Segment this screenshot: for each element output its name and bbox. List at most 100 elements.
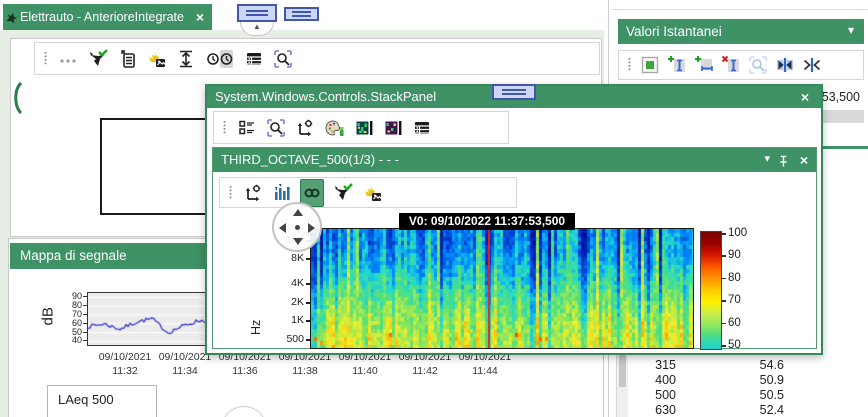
axes-icon[interactable]	[294, 115, 316, 141]
tab-elettrauto[interactable]: Elettrauto - AnterioreIntegrate ×	[3, 4, 212, 30]
values-panel-header[interactable]: Valori Istantanei ▾	[618, 19, 864, 44]
image-export-icon[interactable]	[362, 180, 384, 206]
add-vcursor-icon[interactable]	[666, 52, 688, 78]
spectrogram-ytick-mark	[306, 339, 310, 341]
time-cursors-icon[interactable]	[204, 46, 236, 72]
signal-ytick-mark	[83, 340, 87, 341]
spectrogram-dropdown-icon[interactable]: ▾	[764, 152, 770, 165]
app-screen: Elettrauto - AnterioreIntegrate × ▲ Mapp…	[0, 0, 868, 417]
palette-icon[interactable]	[323, 115, 346, 141]
laeq-label: LAeq 500	[48, 386, 156, 414]
spectrogram-ytick-mark	[306, 283, 310, 285]
overflow-menu-icon[interactable]	[57, 46, 79, 72]
grip-icon[interactable]	[226, 180, 235, 206]
freq-cell: 630	[630, 403, 676, 417]
remove-cursor-icon[interactable]	[720, 52, 742, 78]
pan-right-icon[interactable]	[308, 223, 315, 233]
spectrogram-title: THIRD_OCTAVE_500(1/3) - - -	[213, 152, 399, 167]
signal-ytick-mark	[83, 332, 87, 333]
spectrogram-ytick-label: 4K	[272, 277, 304, 289]
stackpanel-title: System.Windows.Controls.StackPanel	[207, 89, 436, 104]
spectrogram-ytick-mark	[306, 258, 310, 260]
pan-down-icon[interactable]	[293, 238, 303, 245]
spectrogram-titlebar[interactable]: THIRD_OCTAVE_500(1/3) - - - ▾ ×	[213, 148, 816, 172]
dock-guide-top-1[interactable]	[237, 4, 277, 22]
value-cell: 52.4	[700, 403, 784, 417]
colorbar-tick-mark	[721, 233, 726, 235]
data-table-icon[interactable]	[411, 115, 433, 141]
legend-checkbox-icon[interactable]	[639, 52, 661, 78]
spectrogram-ytick-label: 500	[272, 333, 304, 345]
cursor-tooltip: V0: 09/10/2022 11:37:53,500	[399, 213, 575, 230]
spectrogram-ytick-mark	[306, 320, 310, 322]
colorbar-tick-label: 80	[728, 272, 741, 284]
colorbar-tick-mark	[721, 323, 726, 325]
spectrogram-ytick-label: 8K	[272, 252, 304, 264]
align-cursor-icon[interactable]	[801, 52, 823, 78]
colorbar-tick-mark	[721, 255, 726, 257]
values-toolbar	[618, 50, 864, 80]
spectrogram-ytick-mark	[306, 302, 310, 304]
bar-chart-icon[interactable]	[271, 180, 293, 206]
export-check-icon[interactable]	[86, 46, 110, 72]
signal-ytick-mark	[83, 305, 87, 306]
colorbar-tick-mark	[721, 300, 726, 302]
grip-icon[interactable]	[625, 52, 634, 78]
pan-control[interactable]	[272, 202, 322, 252]
export-check-icon[interactable]	[331, 180, 355, 206]
pan-center-dot[interactable]	[295, 225, 300, 230]
pan-up-icon[interactable]	[293, 209, 303, 216]
colormap-purple-icon[interactable]	[382, 115, 404, 141]
signal-map-title: Mappa di segnale	[10, 248, 127, 263]
layout-list-icon[interactable]	[236, 115, 258, 141]
data-table-icon[interactable]	[243, 46, 265, 72]
dock-guide-window[interactable]	[492, 84, 536, 100]
colorbar-tick-mark	[721, 345, 726, 347]
image-export-icon[interactable]	[146, 46, 168, 72]
spectrogram-ytick-label: 2K	[272, 296, 304, 308]
grip-icon[interactable]	[220, 115, 229, 141]
freq-cell: 400	[630, 373, 676, 387]
values-panel-title: Valori Istantanei	[618, 24, 722, 39]
colormap-green-icon[interactable]	[353, 115, 375, 141]
selection-paren-mark	[11, 82, 25, 114]
axes-icon[interactable]	[242, 180, 264, 206]
fit-vertical-icon[interactable]	[175, 46, 197, 72]
move-cursor-icon[interactable]	[774, 52, 796, 78]
spectrogram-ylabel: Hz	[249, 315, 263, 335]
spectrogram-ytick-label: 1K	[272, 314, 304, 326]
spectrogram-close-icon[interactable]: ×	[800, 150, 808, 170]
stackpanel-close-icon[interactable]: ×	[801, 87, 809, 107]
value-cell: 50.5	[700, 388, 784, 402]
zoom-region-icon[interactable]	[265, 115, 287, 141]
signal-xtick-time: 11:44	[449, 365, 521, 377]
pan-left-icon[interactable]	[279, 223, 286, 233]
laeq-box[interactable]: LAeq 500	[47, 385, 157, 417]
main-toolbar	[34, 42, 600, 75]
pin-icon[interactable]	[777, 150, 790, 172]
tab-close-icon[interactable]: ×	[196, 9, 204, 25]
value-cell: 54.6	[700, 358, 784, 372]
value-cell: 50.9	[700, 373, 784, 387]
colorbar-tick-label: 100	[728, 227, 747, 239]
stackpanel-toolbar	[213, 111, 509, 144]
freq-cell: 315	[630, 358, 676, 372]
spectrogram-canvas[interactable]	[310, 228, 694, 349]
report-icon[interactable]	[117, 46, 139, 72]
zoom-region-icon[interactable]	[272, 46, 294, 72]
signal-ytick-mark	[83, 323, 87, 324]
add-hcursor-icon[interactable]	[693, 52, 715, 78]
colorbar-tick-label: 90	[728, 249, 741, 261]
dock-guide-top-2[interactable]	[284, 7, 319, 21]
colorbar-tick-mark	[721, 278, 726, 280]
colorbar-tick-label: 70	[728, 294, 741, 306]
colorbar-tick-label: 50	[728, 339, 741, 351]
signal-ylabel: dB	[40, 302, 57, 326]
values-panel-dropdown-icon[interactable]: ▾	[848, 23, 854, 37]
zoom-disabled-icon[interactable]	[747, 52, 769, 78]
colorbar-tick-label: 60	[728, 317, 741, 329]
grip-icon[interactable]	[41, 46, 50, 72]
app-logo-icon	[3, 7, 20, 27]
tab-label: Elettrauto - AnterioreIntegrate	[20, 10, 184, 24]
colorbar	[700, 231, 722, 350]
